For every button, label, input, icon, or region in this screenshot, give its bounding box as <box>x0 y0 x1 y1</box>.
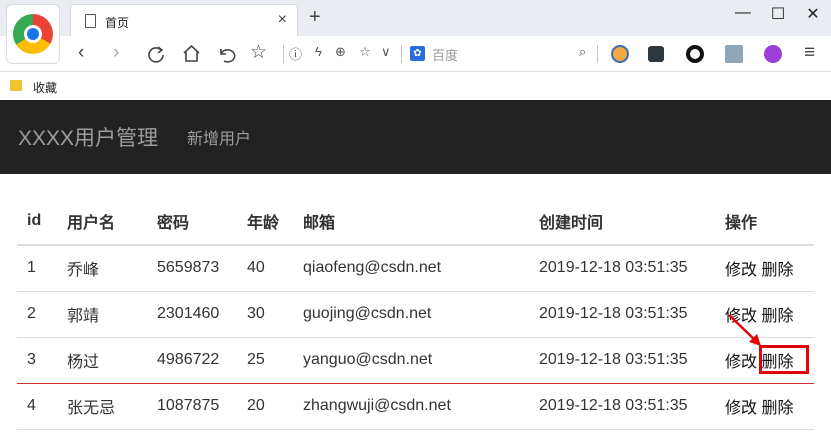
extension-x-icon[interactable] <box>648 46 664 62</box>
cell-password: 4986722 <box>147 337 237 384</box>
home-icon[interactable] <box>182 44 201 63</box>
cell-email: guojing@csdn.net <box>293 291 529 338</box>
header-created: 创建时间 <box>529 198 715 246</box>
address-bar[interactable]: ⓘ ϟ ⊕ ☆ ∨ ✿ 百度 ⌕ <box>283 42 599 66</box>
browser-tab[interactable]: 首页 × <box>70 4 298 36</box>
header-actions: 操作 <box>715 198 814 246</box>
header-password: 密码 <box>147 198 237 246</box>
cell-age: 40 <box>237 245 293 292</box>
star-icon[interactable]: ☆ <box>250 42 267 64</box>
cell-age: 25 <box>237 337 293 384</box>
tab-title: 首页 <box>105 16 130 30</box>
cell-username: 张无忌 <box>57 383 147 430</box>
favorite-icon[interactable]: ☆ <box>359 44 371 60</box>
table-row: 2 郭靖 2301460 30 guojing@csdn.net 2019-12… <box>17 291 814 338</box>
search-icon[interactable]: ⌕ <box>579 44 586 60</box>
baidu-icon[interactable]: ✿ <box>410 46 425 61</box>
cell-actions: 修改 删除 <box>715 337 814 384</box>
extension-avatar-icon[interactable] <box>611 45 629 63</box>
zoom-icon[interactable]: ⊕ <box>335 44 346 60</box>
cell-email: zhangwuji@csdn.net <box>293 383 529 430</box>
table-header-row: id 用户名 密码 年龄 邮箱 创建时间 操作 <box>17 198 814 246</box>
app-brand[interactable]: XXXX用户管理 <box>18 122 158 152</box>
menu-icon[interactable]: ≡ <box>804 42 815 64</box>
edit-link[interactable]: 修改 <box>725 262 757 279</box>
cell-id: 1 <box>17 245 57 292</box>
browser-toolbar: ‹ › ☆ ⓘ ϟ ⊕ ☆ ∨ ✿ 百度 ⌕ ≡ <box>0 36 831 72</box>
chevron-down-icon[interactable]: ∨ <box>381 44 391 60</box>
new-tab-button[interactable]: + <box>309 6 321 29</box>
cell-created: 2019-12-18 03:51:35 <box>529 291 715 338</box>
cell-password: 1087875 <box>147 383 237 430</box>
browser-logo-icon[interactable] <box>6 4 60 64</box>
edit-link[interactable]: 修改 <box>725 308 757 325</box>
cell-id: 4 <box>17 383 57 430</box>
cell-username: 杨过 <box>57 337 147 384</box>
bookmarks-bar: 收藏 <box>0 72 831 100</box>
page-icon <box>85 14 96 28</box>
cell-age: 30 <box>237 291 293 338</box>
cell-created: 2019-12-18 03:51:35 <box>529 245 715 292</box>
delete-link[interactable]: 删除 <box>761 308 793 325</box>
table-row: 1 乔峰 5659873 40 qiaofeng@csdn.net 2019-1… <box>17 245 814 292</box>
extension-circle-icon[interactable] <box>686 45 704 63</box>
cell-id: 3 <box>17 337 57 384</box>
cell-email: qiaofeng@csdn.net <box>293 245 529 292</box>
folder-icon <box>10 80 22 91</box>
cell-email: yanguo@csdn.net <box>293 337 529 384</box>
minimize-button[interactable]: — <box>728 4 758 22</box>
header-id: id <box>17 198 57 246</box>
cell-actions: 修改 删除 <box>715 245 814 292</box>
header-age: 年龄 <box>237 198 293 246</box>
cell-username: 乔峰 <box>57 245 147 292</box>
cell-actions: 修改 删除 <box>715 291 814 338</box>
add-user-link[interactable]: 新增用户 <box>187 125 251 149</box>
table-row: 4 张无忌 1087875 20 zhangwuji@csdn.net 2019… <box>17 383 814 430</box>
cell-actions: 修改 删除 <box>715 383 814 430</box>
tab-close-icon[interactable]: × <box>278 11 287 29</box>
forward-icon[interactable]: › <box>113 42 119 64</box>
delete-link[interactable]: 删除 <box>761 262 793 279</box>
cell-age: 20 <box>237 383 293 430</box>
back-icon[interactable]: ‹ <box>78 42 84 64</box>
edit-link[interactable]: 修改 <box>725 400 757 417</box>
bookmark-folder-label[interactable]: 收藏 <box>33 79 57 96</box>
delete-link[interactable]: 删除 <box>761 354 793 371</box>
cell-password: 5659873 <box>147 245 237 292</box>
search-input[interactable]: 百度 <box>432 45 458 64</box>
app-navbar: XXXX用户管理 新增用户 <box>0 100 831 174</box>
edit-link[interactable]: 修改 <box>725 354 757 371</box>
lightning-icon[interactable]: ϟ <box>315 44 322 59</box>
header-username: 用户名 <box>57 198 147 246</box>
browser-tab-bar: 首页 × + — ☐ ✕ <box>0 0 831 64</box>
cell-username: 郭靖 <box>57 291 147 338</box>
cell-created: 2019-12-18 03:51:35 <box>529 337 715 384</box>
cell-id: 2 <box>17 291 57 338</box>
header-email: 邮箱 <box>293 198 529 246</box>
close-window-button[interactable]: ✕ <box>798 4 828 24</box>
info-icon[interactable]: ⓘ <box>289 44 302 63</box>
table-row: 3 杨过 4986722 25 yanguo@csdn.net 2019-12-… <box>17 337 814 384</box>
download-icon[interactable] <box>725 45 743 63</box>
extension-purple-icon[interactable] <box>764 45 782 63</box>
cell-password: 2301460 <box>147 291 237 338</box>
cell-created: 2019-12-18 03:51:35 <box>529 383 715 430</box>
maximize-button[interactable]: ☐ <box>763 4 793 24</box>
users-table: id 用户名 密码 年龄 邮箱 创建时间 操作 1 乔峰 5659873 40 … <box>17 198 814 430</box>
undo-icon[interactable] <box>217 45 236 63</box>
reload-icon[interactable] <box>147 45 165 63</box>
delete-link[interactable]: 删除 <box>761 400 793 417</box>
